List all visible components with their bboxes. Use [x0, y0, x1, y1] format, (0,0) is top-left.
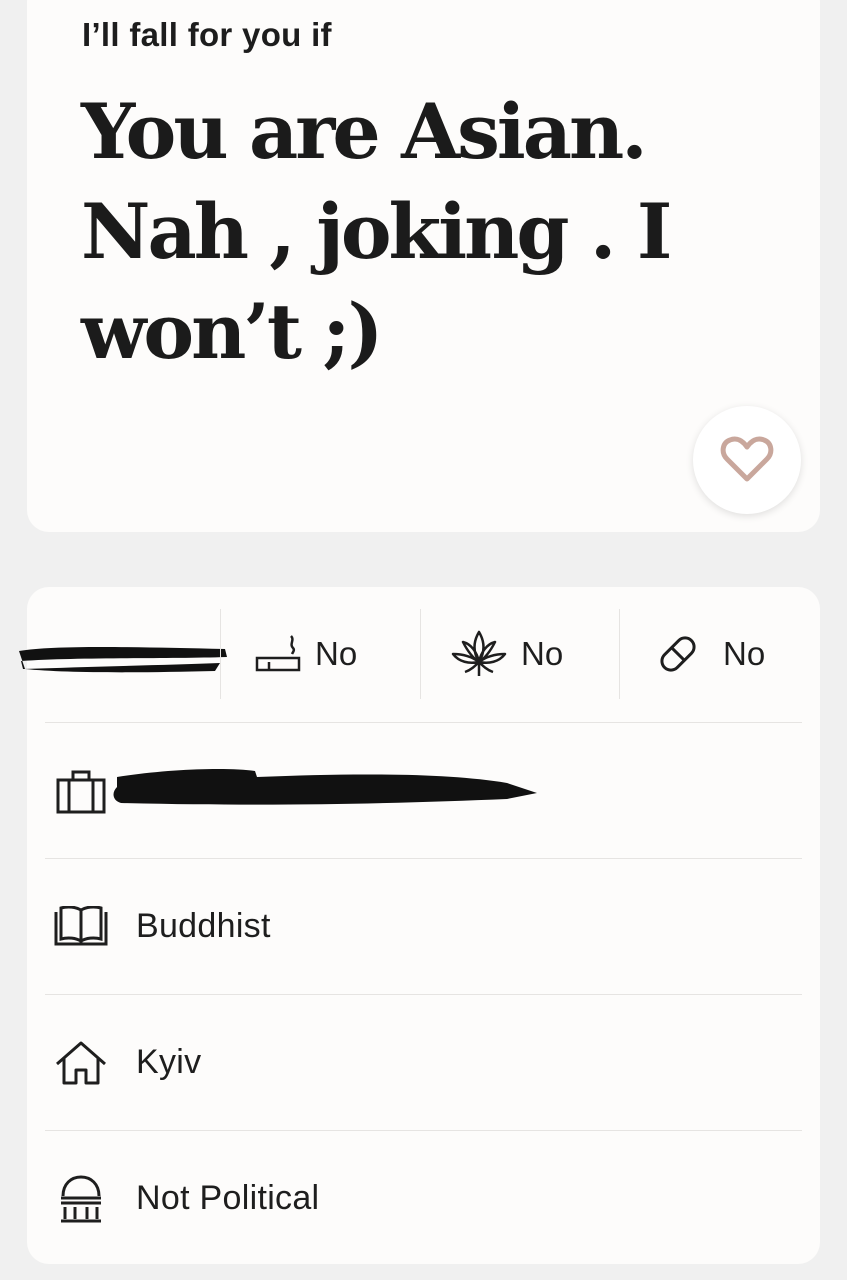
vital-marijuana: No [451, 609, 563, 699]
heart-icon [719, 435, 775, 485]
vitals-row: No No No [19, 587, 820, 722]
detail-row-hometown: Kyiv [27, 995, 820, 1130]
vital-drugs: No [655, 609, 765, 699]
hometown-label: Kyiv [136, 1043, 202, 1081]
prompt-answer-line: won’t ;) [81, 287, 383, 376]
politics-label: Not Political [136, 1179, 320, 1217]
prompt-answer-line: Nah , joking . I [81, 187, 672, 276]
capitol-icon [53, 1171, 109, 1227]
cannabis-leaf-icon [451, 628, 507, 680]
prompt-answer-line: You are Asian. [81, 87, 648, 176]
vital-drugs-value: No [723, 635, 766, 672]
detail-row-religion: Buddhist [27, 859, 820, 994]
vital-divider [619, 609, 620, 699]
religion-label: Buddhist [136, 907, 271, 945]
cigarette-icon [255, 632, 301, 676]
prompt-question: I’ll fall for you if [82, 16, 332, 53]
vital-smoking-value: No [315, 635, 358, 672]
pill-icon [655, 631, 701, 677]
house-icon [53, 1035, 109, 1091]
vital-marijuana-value: No [521, 635, 564, 672]
redaction-scribble [107, 763, 547, 813]
prompt-card: I’ll fall for you if You are Asian. Nah … [27, 0, 820, 532]
book-icon [53, 899, 109, 955]
vital-divider [220, 609, 221, 699]
briefcase-icon [53, 763, 109, 819]
vital-smoking: No [255, 609, 357, 699]
detail-row-job [27, 723, 820, 858]
like-button[interactable] [693, 406, 801, 514]
detail-row-politics: Not Political [27, 1131, 820, 1266]
vital-divider [420, 609, 421, 699]
prompt-answer: You are Asian. Nah , joking . I won’t ;) [81, 82, 701, 382]
profile-info-card: No No No Buddhist Kyiv Not Political [19, 587, 820, 1266]
redaction-scribble [15, 639, 230, 679]
